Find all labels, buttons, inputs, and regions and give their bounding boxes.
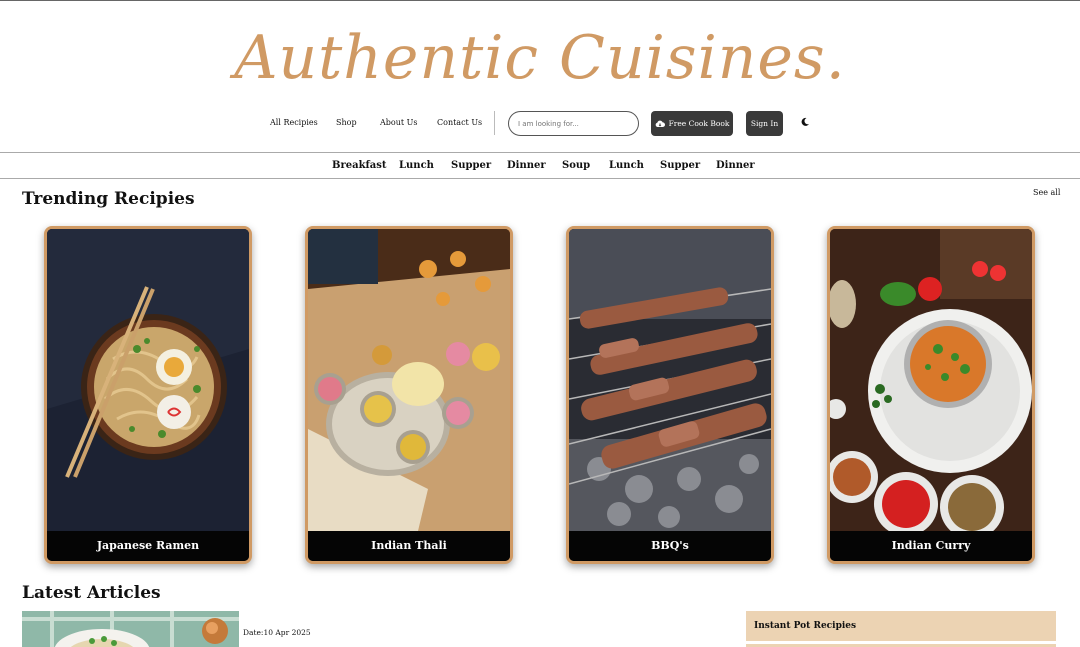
recipe-card-title: Indian Thali (308, 531, 510, 561)
sign-in-button[interactable]: Sign In (746, 111, 783, 136)
category-dinner[interactable]: Dinner (507, 160, 546, 171)
category-soup[interactable]: Soup (562, 160, 590, 171)
category-breakfast[interactable]: Breakfast (332, 160, 387, 171)
see-all-link[interactable]: See all (1033, 188, 1060, 197)
trending-title: Trending Recipies (22, 189, 195, 209)
bbq-skewers-image (569, 229, 771, 531)
nav-link-all-recipies[interactable]: All Recipies (270, 118, 318, 127)
latest-articles-title: Latest Articles (22, 583, 161, 603)
category-bar: Breakfast Lunch Supper Dinner Soup Lunch… (0, 152, 1080, 179)
category-supper-2[interactable]: Supper (660, 160, 700, 171)
free-cook-book-button[interactable]: Free Cook Book (651, 111, 733, 136)
nav-link-contact-us[interactable]: Contact Us (437, 118, 482, 127)
main-nav: All Recipies Shop About Us Contact Us Fr… (0, 111, 1080, 137)
recipe-card-title: Indian Curry (830, 531, 1032, 561)
category-lunch[interactable]: Lunch (399, 160, 434, 171)
free-cook-book-label: Free Cook Book (668, 119, 730, 128)
thali-platter-image (308, 229, 510, 531)
category-dinner-2[interactable]: Dinner (716, 160, 755, 171)
curry-bowl-image (830, 229, 1032, 531)
article-date: Date:10 Apr 2025 (243, 628, 311, 637)
moon-icon[interactable] (800, 117, 810, 127)
cloud-download-icon (655, 120, 665, 127)
nav-divider (494, 111, 495, 135)
recipe-card-title: Japanese Ramen (47, 531, 249, 561)
top-border (0, 0, 1080, 1)
recipe-card-title: BBQ's (569, 531, 771, 561)
recipe-card-thali[interactable]: Indian Thali (305, 226, 513, 564)
recipe-card-bbq[interactable]: BBQ's (566, 226, 774, 564)
search-input[interactable] (508, 111, 639, 136)
category-supper[interactable]: Supper (451, 160, 491, 171)
category-lunch-2[interactable]: Lunch (609, 160, 644, 171)
sidebar-box-instant-pot[interactable]: Instant Pot Recipies (746, 611, 1056, 641)
nav-link-shop[interactable]: Shop (336, 118, 357, 127)
sign-in-label: Sign In (750, 119, 779, 128)
recipe-card-ramen[interactable]: Japanese Ramen (44, 226, 252, 564)
ramen-bowl-image (47, 229, 249, 531)
recipe-card-curry[interactable]: Indian Curry (827, 226, 1035, 564)
site-logo[interactable]: Authentic Cuisines. (0, 18, 1080, 98)
article-thumbnail[interactable] (22, 611, 239, 647)
nav-link-about-us[interactable]: About Us (380, 118, 417, 127)
